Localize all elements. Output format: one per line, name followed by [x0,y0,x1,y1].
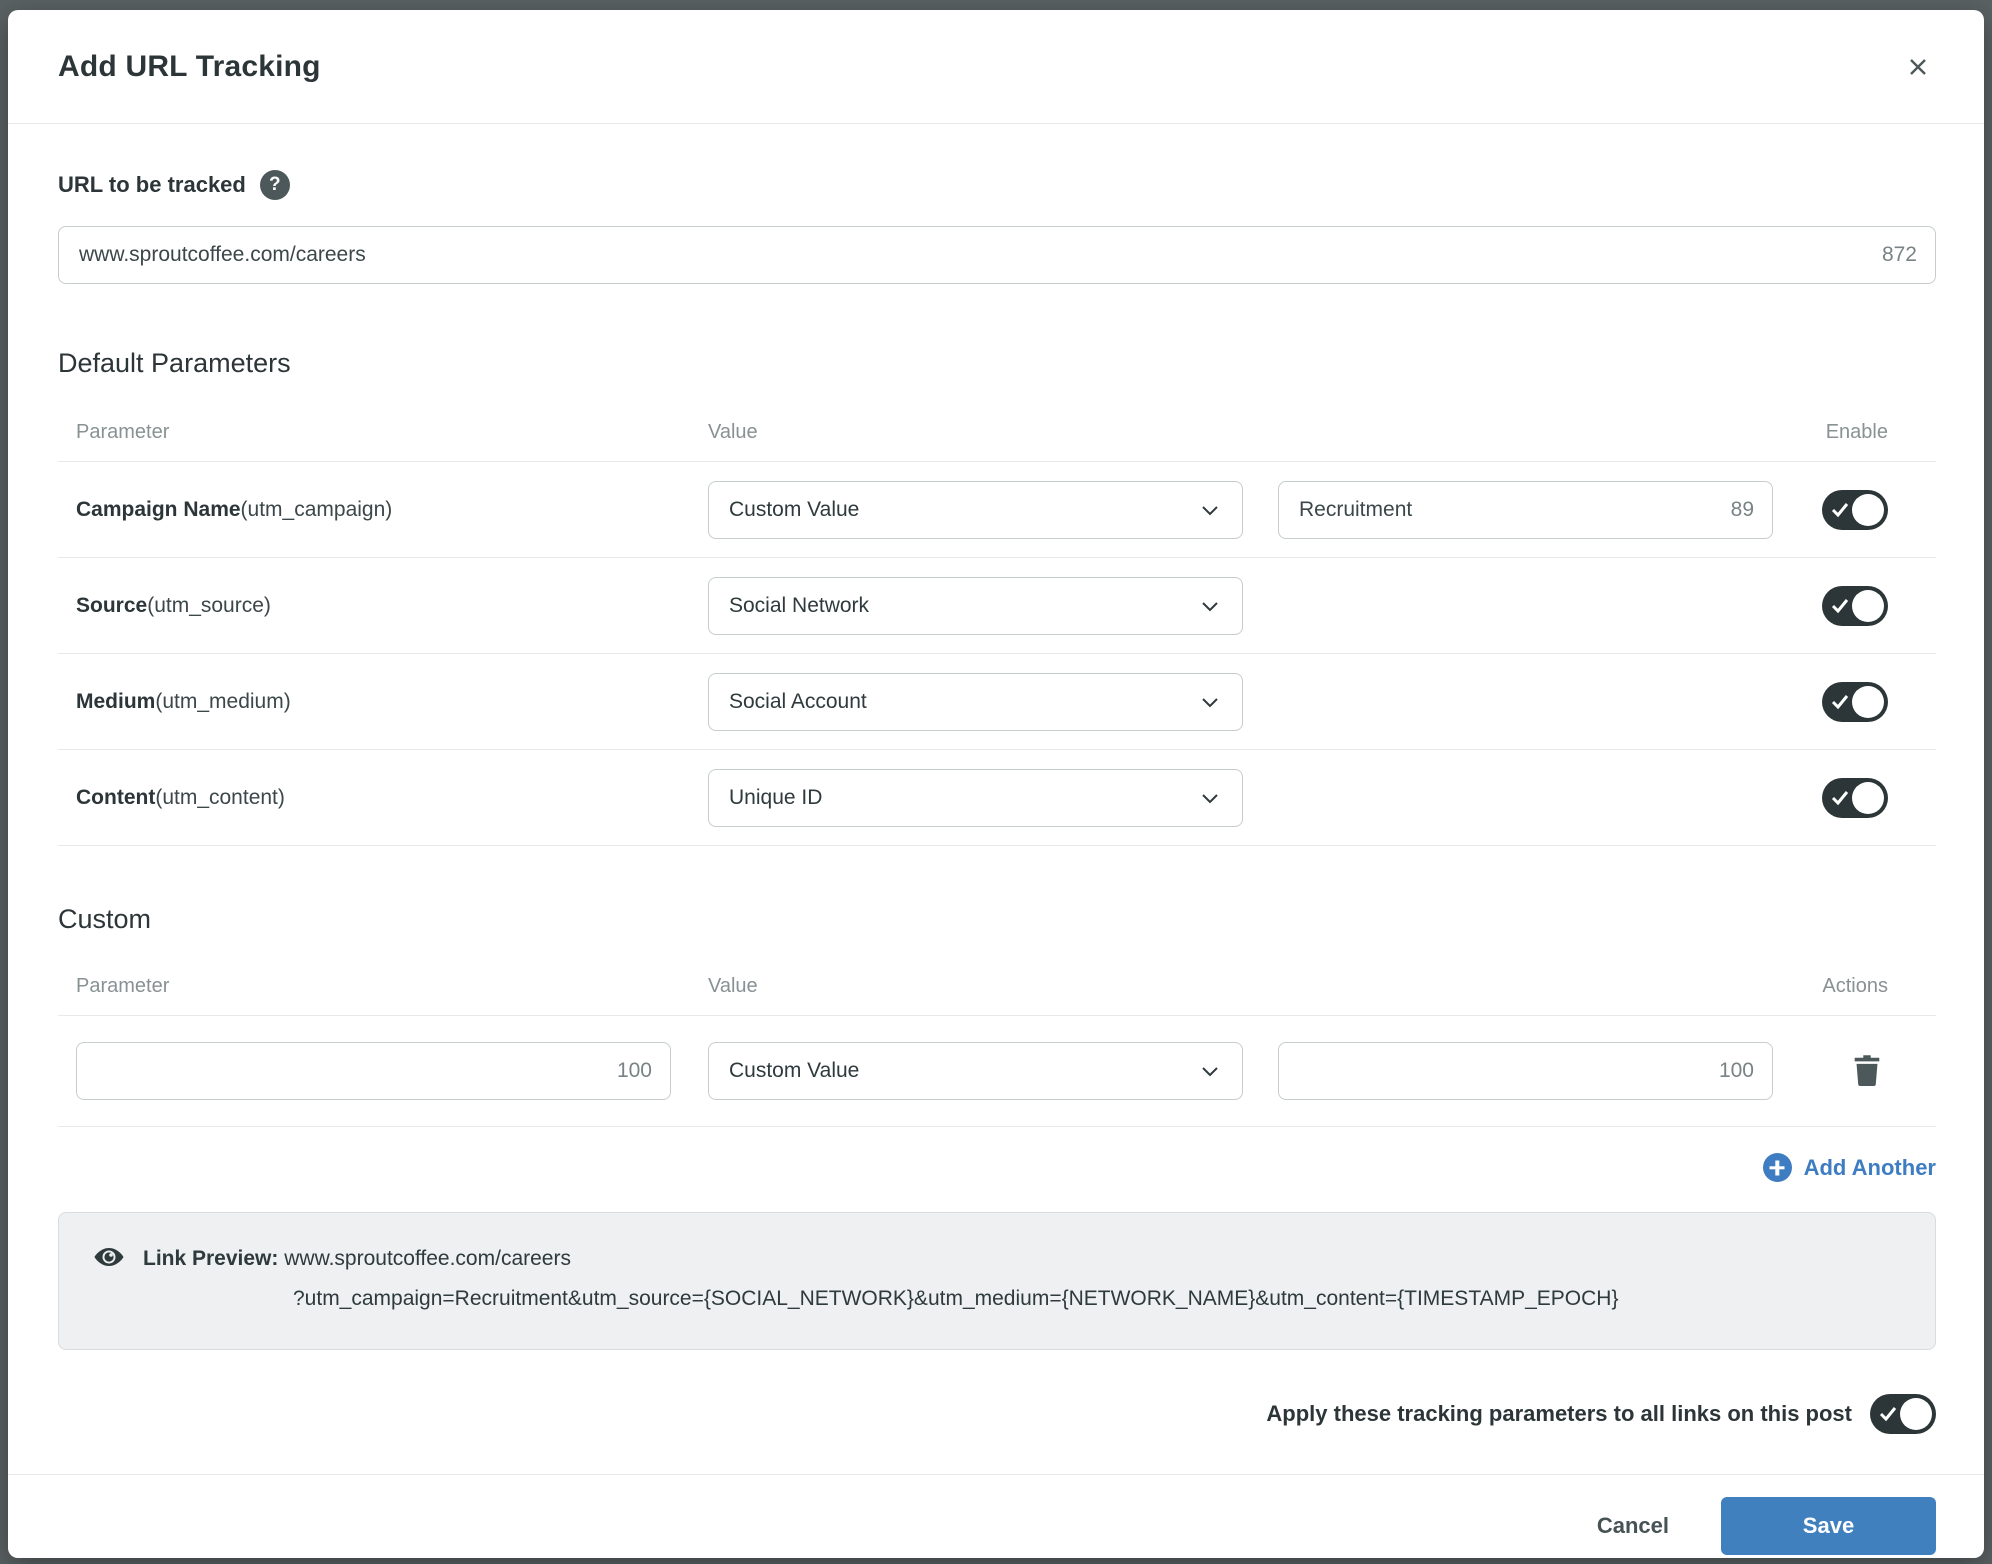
delete-row-button[interactable] [1848,1050,1886,1093]
custom-parameter-wrapper: 100 [76,1042,671,1100]
column-header-value: Value [708,975,1243,998]
column-header-value: Value [708,421,1243,444]
apply-all-links-row: Apply these tracking parameters to all l… [58,1394,1936,1434]
chevron-down-icon [1198,786,1222,810]
close-icon [1906,55,1930,79]
row-label: Source(utm_source) [58,594,708,618]
custom-table-header: Parameter Value Actions [58,971,1936,1001]
cancel-button[interactable]: Cancel [1569,1499,1697,1553]
custom-parameter-input[interactable] [77,1043,670,1099]
chevron-down-icon [1198,594,1222,618]
add-url-tracking-modal: Add URL Tracking URL to be tracked ? 872… [8,10,1984,1558]
column-header-parameter: Parameter [58,975,708,998]
link-preview-url: www.sproutcoffee.com/careers [284,1247,571,1270]
default-parameters-table-header: Parameter Value Enable [58,417,1936,447]
plus-circle-icon [1763,1153,1792,1182]
chevron-down-icon [1198,1059,1222,1083]
check-icon [1831,597,1849,615]
toggle-knob [1852,590,1884,622]
chevron-down-icon [1198,690,1222,714]
row-label: Campaign Name(utm_campaign) [58,498,708,522]
trash-icon [1852,1054,1882,1086]
apply-all-links-toggle[interactable] [1870,1394,1936,1434]
medium-value-type-select[interactable]: Social Account [708,673,1243,731]
close-button[interactable] [1896,45,1940,89]
add-another-button[interactable]: Add Another [1763,1153,1936,1182]
save-button[interactable]: Save [1721,1497,1936,1555]
url-input[interactable] [59,227,1935,283]
modal-header: Add URL Tracking [8,10,1984,124]
link-preview-text: Link Preview: www.sproutcoffee.com/caree… [143,1239,1618,1319]
custom-value-input[interactable] [1279,1043,1772,1099]
url-label-row: URL to be tracked ? [58,170,1936,200]
toggle-knob [1900,1398,1932,1430]
custom-heading: Custom [58,904,1936,935]
custom-value-type-select[interactable]: Custom Value [708,1042,1243,1100]
custom-parameter-char-count: 100 [617,1059,652,1083]
link-preview-query: ?utm_campaign=Recruitment&utm_source={SO… [143,1279,1618,1319]
check-icon [1879,1405,1897,1423]
table-row-campaign-name: Campaign Name(utm_campaign) Custom Value… [58,462,1936,557]
url-char-count: 872 [1882,243,1917,267]
content-value-type-select[interactable]: Unique ID [708,769,1243,827]
column-header-actions: Actions [1773,975,1936,998]
apply-all-links-label: Apply these tracking parameters to all l… [1266,1401,1852,1427]
campaign-enable-toggle[interactable] [1822,490,1888,530]
check-icon [1831,501,1849,519]
question-mark-icon[interactable]: ? [260,170,290,200]
modal-body: URL to be tracked ? 872 Default Paramete… [8,124,1984,1474]
toggle-knob [1852,782,1884,814]
source-enable-toggle[interactable] [1822,586,1888,626]
eye-icon [93,1241,125,1273]
custom-value-char-count: 100 [1719,1059,1754,1083]
url-input-wrapper: 872 [58,226,1936,284]
content-enable-toggle[interactable] [1822,778,1888,818]
chevron-down-icon [1198,498,1222,522]
modal-footer: Cancel Save [8,1474,1984,1558]
table-row-source: Source(utm_source) Social Network [58,558,1936,653]
link-preview-label: Link Preview: [143,1247,278,1270]
column-header-enable: Enable [1773,421,1936,444]
url-tracked-label: URL to be tracked [58,172,246,198]
toggle-knob [1852,494,1884,526]
table-row-medium: Medium(utm_medium) Social Account [58,654,1936,749]
row-label: Medium(utm_medium) [58,690,708,714]
column-header-parameter: Parameter [58,421,708,444]
custom-parameter-row: 100 Custom Value 100 [58,1016,1936,1126]
campaign-char-count: 89 [1731,498,1754,522]
medium-enable-toggle[interactable] [1822,682,1888,722]
source-value-type-select[interactable]: Social Network [708,577,1243,635]
table-row-content: Content(utm_content) Unique ID [58,750,1936,845]
campaign-custom-value-wrapper: 89 [1278,481,1773,539]
row-label: Content(utm_content) [58,786,708,810]
divider [58,845,1936,846]
campaign-custom-value-input[interactable] [1279,482,1772,538]
check-icon [1831,693,1849,711]
custom-value-wrapper: 100 [1278,1042,1773,1100]
check-icon [1831,789,1849,807]
divider [58,1126,1936,1127]
campaign-value-type-select[interactable]: Custom Value [708,481,1243,539]
modal-title: Add URL Tracking [58,50,321,84]
default-parameters-heading: Default Parameters [58,348,1936,379]
link-preview-box: Link Preview: www.sproutcoffee.com/caree… [58,1212,1936,1350]
toggle-knob [1852,686,1884,718]
